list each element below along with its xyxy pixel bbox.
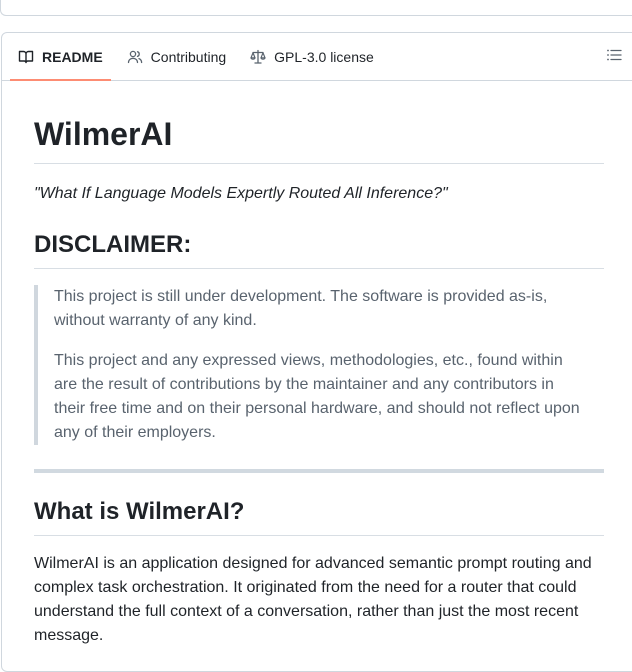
tab-license[interactable]: GPL-3.0 license xyxy=(242,33,382,80)
people-icon xyxy=(127,49,143,65)
disclaimer-paragraph-1: This project is still under development.… xyxy=(54,288,548,329)
disclaimer-paragraph-2: This project and any expressed views, me… xyxy=(54,352,580,441)
readme-title: WilmerAI xyxy=(34,115,604,164)
readme-tab-bar: README Contributing GPL-3.0 license xyxy=(2,33,632,81)
outline-toggle-button[interactable] xyxy=(604,47,624,67)
readme-content: WilmerAI "What If Language Models Expert… xyxy=(2,115,632,648)
top-panel-edge xyxy=(0,0,632,16)
tab-readme[interactable]: README xyxy=(10,33,111,81)
what-is-heading: What is WilmerAI? xyxy=(34,497,604,536)
tab-readme-label: README xyxy=(42,48,103,65)
tab-contributing-label: Contributing xyxy=(150,48,227,65)
book-icon xyxy=(18,49,34,65)
disclaimer-heading: DISCLAIMER: xyxy=(34,230,604,269)
disclaimer-quote: This project is still under development.… xyxy=(34,285,604,445)
readme-panel: README Contributing GPL-3.0 license Wilm… xyxy=(1,32,632,672)
tab-contributing[interactable]: Contributing xyxy=(119,33,235,80)
tab-license-label: GPL-3.0 license xyxy=(274,48,374,65)
what-is-paragraph: WilmerAI is an application designed for … xyxy=(34,555,592,644)
readme-tagline: "What If Language Models Expertly Routed… xyxy=(34,185,448,202)
section-divider xyxy=(34,469,604,473)
list-unordered-icon xyxy=(606,47,622,68)
law-icon xyxy=(250,49,266,65)
